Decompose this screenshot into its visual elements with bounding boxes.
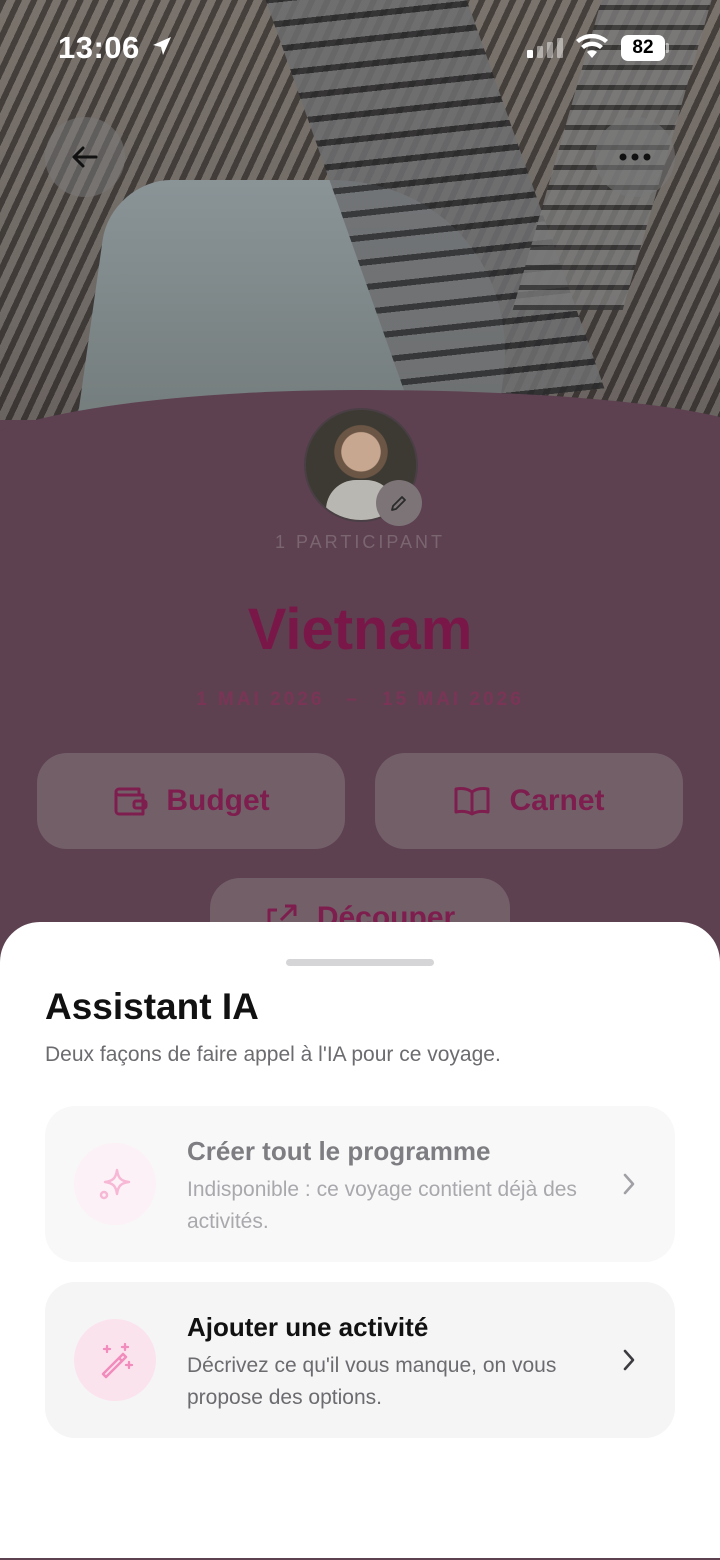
carnet-label: Carnet (509, 784, 605, 817)
carnet-button[interactable]: Carnet (375, 753, 683, 849)
add-activity-option[interactable]: Ajouter une activité Décrivez ce qu'il v… (45, 1282, 675, 1438)
battery-level: 82 (621, 35, 665, 61)
magic-wand-icon (74, 1319, 156, 1401)
sparkles-icon (74, 1143, 156, 1225)
back-button[interactable] (45, 117, 125, 197)
trip-end-date: 15 MAI 2026 (382, 689, 524, 710)
status-time: 13:06 (58, 30, 140, 65)
ellipsis-icon (619, 153, 651, 161)
trip-start-date: 1 MAI 2026 (196, 689, 325, 710)
budget-label: Budget (166, 784, 270, 817)
edit-avatar-button[interactable] (376, 480, 422, 526)
status-bar: 13:06 82 (0, 0, 720, 96)
sheet-subtitle: Deux façons de faire appel à l'IA pour c… (45, 1043, 501, 1066)
sheet-grabber[interactable] (286, 959, 434, 966)
trip-title: Vietnam (247, 597, 473, 662)
more-options-button[interactable] (595, 117, 675, 197)
trip-dates: 1 MAI 2026– 15 MAI 2026 (0, 689, 720, 711)
create-program-option[interactable]: Créer tout le programme Indisponible : c… (45, 1106, 675, 1262)
option-title: Créer tout le programme (187, 1136, 491, 1166)
book-open-icon (454, 786, 490, 816)
wallet-icon (114, 787, 148, 816)
option-description: Indisponible : ce voyage contient déjà d… (187, 1178, 577, 1233)
arrow-left-icon (72, 146, 98, 168)
chevron-right-icon (623, 1349, 635, 1371)
option-description: Décrivez ce qu'il vous manque, on vous p… (187, 1354, 557, 1409)
ai-assistant-sheet: Assistant IA Deux façons de faire appel … (0, 922, 720, 1558)
date-separator: – (346, 689, 360, 710)
pencil-icon (391, 496, 406, 511)
cellular-signal-icon (527, 38, 563, 58)
battery-icon: 82 (621, 35, 669, 61)
participants-count[interactable]: 1 PARTICIPANT (0, 532, 720, 553)
budget-button[interactable]: Budget (37, 753, 345, 849)
option-title: Ajouter une activité (187, 1312, 429, 1342)
wifi-icon (576, 34, 608, 58)
chevron-right-icon (623, 1173, 635, 1195)
location-arrow-icon (153, 37, 171, 55)
sheet-title: Assistant IA (45, 986, 259, 1027)
